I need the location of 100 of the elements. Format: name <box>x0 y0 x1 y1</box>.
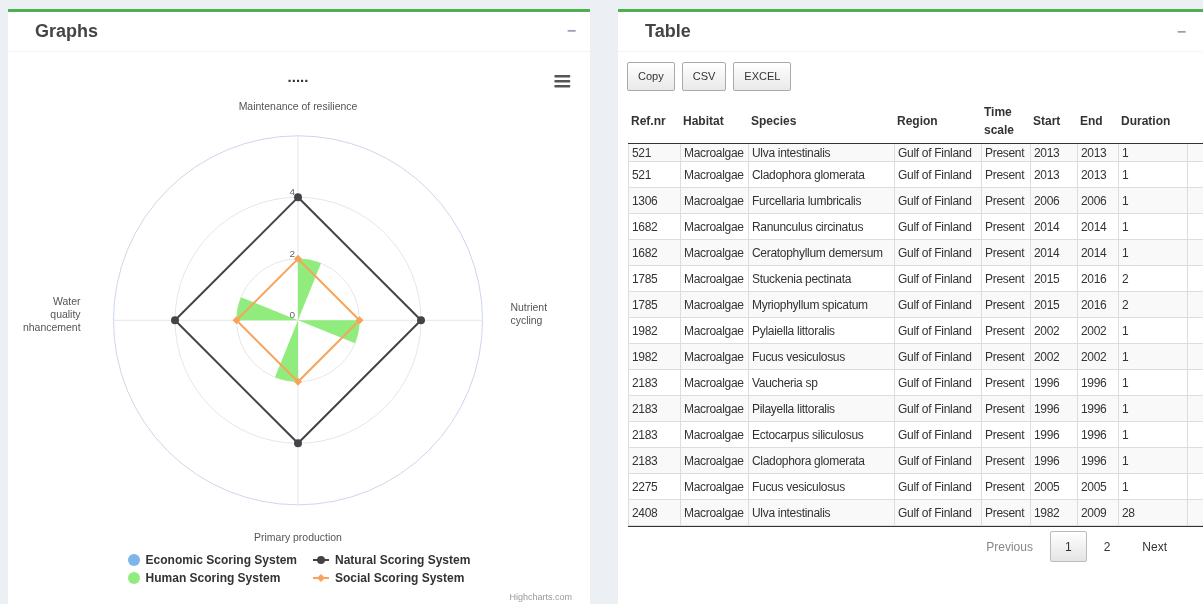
table-cell: Ranunculus circinatus <box>748 214 894 239</box>
column-header[interactable]: Region <box>894 111 981 130</box>
table-cell: 2014 <box>1077 240 1118 265</box>
chart-point <box>294 377 302 386</box>
table-cell: 1982 <box>628 344 680 369</box>
table-cell: Macroalgae <box>680 500 748 525</box>
table-cell: 1306 <box>628 188 680 213</box>
table-cell: Present <box>981 144 1030 161</box>
table-cell: 1 <box>1118 448 1187 473</box>
table-cell: Gulf of Finland <box>894 396 981 421</box>
export-button[interactable]: CSV <box>681 62 727 91</box>
table-cell: Gulf of Finland <box>894 292 981 317</box>
menu-icon[interactable] <box>554 74 571 88</box>
table-cell: Present <box>981 318 1030 343</box>
chart-point <box>294 193 302 202</box>
panel-title: Table <box>645 20 691 43</box>
table-cell: Gulf of Finland <box>894 162 981 187</box>
table-cell: 2015 <box>1030 266 1077 291</box>
legend-label[interactable]: Social Scoring System <box>335 568 465 587</box>
table-cell: 1 <box>1118 396 1187 421</box>
column-header[interactable]: Time scale <box>981 102 1030 139</box>
table-cell: Gulf of Finland <box>894 370 981 395</box>
table-cell: 1 <box>1118 422 1187 447</box>
next-button[interactable]: Next <box>1127 531 1182 562</box>
column-header[interactable]: End <box>1077 111 1118 130</box>
table-cell: Gulf of Finland <box>894 344 981 369</box>
table-cell: Present <box>981 162 1030 187</box>
table-cell: Gulf of Finland <box>894 144 981 161</box>
page-button[interactable]: 1 <box>1049 531 1087 562</box>
axis-label: Nutrient cycling <box>510 302 548 327</box>
column-header[interactable]: Species <box>748 111 894 130</box>
table-cell: Present <box>981 396 1030 421</box>
table-cell: Macroalgae <box>680 344 748 369</box>
table-cell: Pylaiella littoralis <box>748 318 894 343</box>
table-cell: Present <box>981 214 1030 239</box>
chart-point <box>232 316 241 325</box>
table-cell: Gulf of Finland <box>894 266 981 291</box>
table-cell: 2014 <box>1077 214 1118 239</box>
table-cell: Present <box>981 370 1030 395</box>
table-cell: Furcellaria lumbricalis <box>748 188 894 213</box>
column-header[interactable]: Ref.nr <box>628 111 680 130</box>
table-cell: Present <box>981 188 1030 213</box>
table-cell: Pilayella littoralis <box>748 396 894 421</box>
table-cell: 2013 <box>1077 144 1118 161</box>
table-cell: Macroalgae <box>680 214 748 239</box>
export-button[interactable]: EXCEL <box>733 62 792 91</box>
table-cell: Macroalgae <box>680 144 748 161</box>
axis-tick-label: 4 <box>289 186 295 198</box>
table-cell: Present <box>981 448 1030 473</box>
table-cell: 1 <box>1118 214 1187 239</box>
table-cell: 1785 <box>628 292 680 317</box>
table-cell: Macroalgae <box>680 422 748 447</box>
table-cell: 2016 <box>1077 266 1118 291</box>
page-button[interactable]: 2 <box>1088 531 1126 562</box>
legend-label[interactable]: Human Scoring System <box>145 568 281 587</box>
table-cell: Macroalgae <box>680 448 748 473</box>
table-cell: Ulva intestinalis <box>748 500 894 525</box>
table-cell: 2183 <box>628 422 680 447</box>
table-cell: 2005 <box>1030 474 1077 499</box>
table-cell: 2006 <box>1077 188 1118 213</box>
table-cell: 2 <box>1118 266 1187 291</box>
axis-tick-label: 0 <box>289 309 295 321</box>
column-header[interactable]: Habitat <box>680 111 748 130</box>
table-cell: 1996 <box>1077 396 1118 421</box>
table-cell: 1996 <box>1077 422 1118 447</box>
table-cell: Fucus vesiculosus <box>748 344 894 369</box>
axis-label: Maintenance of resilience <box>238 100 358 112</box>
legend-label[interactable]: Economic Scoring System <box>145 550 297 569</box>
table-cell: 2275 <box>628 474 680 499</box>
table-cell: 2002 <box>1077 344 1118 369</box>
table-cell: 1785 <box>628 266 680 291</box>
table-cell: Present <box>981 422 1030 447</box>
table-cell: 2002 <box>1030 318 1077 343</box>
table-cell: Gulf of Finland <box>894 240 981 265</box>
table-cell: 1 <box>1118 474 1187 499</box>
chart-point <box>294 254 302 263</box>
table-cell: Ulva intestinalis <box>748 144 894 161</box>
table-cell: Macroalgae <box>680 188 748 213</box>
axis-label: Primary production <box>254 531 342 543</box>
table-cell: Macroalgae <box>680 162 748 187</box>
table-cell: Macroalgae <box>680 474 748 499</box>
table-cell: Myriophyllum spicatum <box>748 292 894 317</box>
table-cell: Macroalgae <box>680 370 748 395</box>
table-cell: 1996 <box>1030 422 1077 447</box>
table-cell: 1 <box>1118 318 1187 343</box>
table-cell: Ceratophyllum demersum <box>748 240 894 265</box>
legend-label[interactable]: Natural Scoring System <box>335 550 471 569</box>
column-header[interactable]: Start <box>1030 111 1077 130</box>
table-cell: 1 <box>1118 144 1187 161</box>
table-cell: 1996 <box>1077 448 1118 473</box>
table-cell: 2005 <box>1077 474 1118 499</box>
table-cell: 2013 <box>1077 162 1118 187</box>
export-button[interactable]: Copy <box>627 62 675 91</box>
table-cell: Present <box>981 500 1030 525</box>
column-header[interactable]: Duration <box>1118 111 1187 130</box>
table-cell: 1 <box>1118 370 1187 395</box>
table-cell: 521 <box>628 162 680 187</box>
table-cell: 2006 <box>1030 188 1077 213</box>
table-cell: Present <box>981 292 1030 317</box>
table-cell: 1 <box>1118 162 1187 187</box>
